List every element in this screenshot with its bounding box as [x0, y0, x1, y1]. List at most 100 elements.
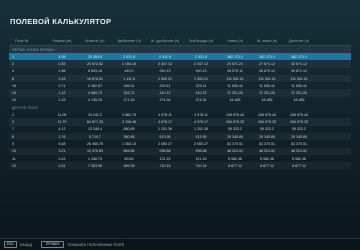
table-row[interactable]: 10 3.21 10 475.83 684.86 936.68 936.68 46 224.…: [9, 147, 351, 155]
table-cell: 111 531.11: [290, 76, 308, 81]
table-row[interactable]: 8 3.15 16 676.51 1 111.5 1 500.21 1 500.21 111…: [9, 74, 351, 83]
field-number: 9: [12, 141, 14, 146]
table-cell: 23 671.23: [227, 61, 243, 66]
table-cell: 89.83: [124, 156, 134, 161]
table-cell: 2 421.9: [123, 54, 135, 59]
table-cell: 2 882.75: [122, 112, 136, 117]
table-cell: 223.41: [159, 83, 171, 88]
table-cell: 0.42: [58, 156, 66, 161]
table-cell: 16 485: [261, 98, 273, 103]
table-cell: 21 331.05: [291, 91, 307, 96]
table-cell: 59 323.2: [260, 127, 274, 132]
calculator-table: Поле № Размер (га) Известь (л) Удобрение (л…: [9, 37, 351, 170]
table-cell: 2 347.12: [158, 61, 172, 66]
field-number: 19: [12, 91, 16, 96]
table-cell: 21 331.05: [227, 91, 243, 96]
table-row[interactable]: 8 1.76 5 710.7 380.85 513.95 513.95 25 345.65 2…: [9, 132, 351, 141]
table-cell: 7 303.55: [88, 163, 102, 168]
table-cell: 5 710.7: [89, 134, 101, 139]
table-cell: 11.79: [57, 120, 67, 125]
table-cell: 374.34: [195, 98, 207, 103]
table-cell: 1.42: [58, 91, 66, 96]
table-row[interactable]: 2 0.83 25 672.62 1 154.16 2 347.12 2 347.12 23…: [9, 60, 351, 68]
table-cell: 271.29: [123, 98, 135, 103]
table-cell: 3.21: [58, 149, 66, 154]
table-row[interactable]: 11 0.42 1 346.73 89.83 121.15 121.15 5 982.36 5…: [9, 155, 351, 162]
table-cell: 162 171.1: [291, 54, 307, 59]
table-cell: 25 345.65: [259, 134, 275, 139]
table-header: Поле № Размер (га) Известь (л) Удобрение (л…: [9, 37, 351, 46]
footer-bar: ESC НАЗАД ПРОБЕЛ ПОКАЗАТЬ ПОЛУЧЕННЫЕ ПОЛ…: [0, 238, 360, 250]
table-cell: 111 531.11: [226, 76, 244, 81]
table-cell: 11 655.44: [227, 83, 243, 88]
table-row[interactable]: 3 11.79 64 877.25 3 106.48 4 978.17 4 978.17 2…: [9, 118, 351, 126]
table-cell: 1 500.21: [194, 76, 208, 81]
table-row[interactable]: 20 1.28 4 135.33 271.29 374.34 374.34 16 485 16…: [9, 97, 351, 104]
table-cell: 4.12: [58, 127, 66, 132]
column-header: Ж. удобрение (л): [150, 39, 180, 43]
table-cell: 5 982.36: [228, 156, 242, 161]
table-cell: 1 500.21: [158, 76, 172, 81]
table-cell: 410.12: [159, 91, 171, 96]
table-cell: 710.15: [159, 163, 171, 168]
field-number: 2: [12, 61, 14, 66]
table-cell: 2 550.27: [158, 141, 172, 146]
table-cell: 121.15: [195, 156, 207, 161]
table-cell: 8 877.12: [260, 163, 274, 168]
table-row[interactable]: 7 4.12 13 348.4 880.89 1 201.36 1 201.36 59 32…: [9, 126, 351, 133]
field-number: 10: [12, 149, 16, 154]
table-row[interactable]: 12 2.61 7 303.55 489.35 710.15 710.15 8 877.12…: [9, 162, 351, 170]
table-cell: 26 465.75: [87, 141, 103, 146]
table-cell: 162 171.1: [227, 54, 243, 59]
column-header: Ж. навоз (л): [256, 39, 278, 43]
toggle-fields-button[interactable]: ПОКАЗАТЬ ПОЛУЧЕННЫЕ ПОЛЯ: [67, 243, 124, 247]
table-cell: 684.86: [123, 149, 135, 154]
table-cell: 32 404.9: [88, 54, 102, 59]
table-row[interactable]: 4 1.86 8 603.16 440.0 940.13 940.13 26 570.11 2…: [9, 68, 351, 75]
table-cell: 245 976.44: [290, 112, 308, 117]
table-cell: 1 201.36: [194, 127, 208, 132]
table-cell: 26 671.12: [291, 69, 307, 74]
table-cell: 380.85: [123, 134, 135, 139]
table-cell: 8 877.12: [228, 163, 242, 168]
table-row[interactable]: 19 1.42 4 565.73 303.72 410.12 410.12 21 331.0…: [9, 89, 351, 97]
table-cell: 1 154.16: [122, 61, 136, 66]
column-header: Размер (га): [52, 39, 72, 43]
table-cell: 940.13: [195, 69, 207, 74]
field-number: 4: [12, 69, 14, 74]
table-cell: 46 224.51: [259, 149, 275, 154]
table-cell: 5 982.36: [260, 156, 274, 161]
table-cell: 26 570.11: [227, 69, 243, 74]
table-cell: 0.83: [58, 61, 66, 66]
table-cell: 21 331.05: [259, 91, 275, 96]
table-cell: 25 345.65: [227, 134, 243, 139]
table-cell: 10 475.83: [87, 149, 103, 154]
esc-key-hint[interactable]: ESC: [4, 241, 17, 248]
table-cell: 264 975.33: [258, 120, 276, 125]
table-cell: 3.15: [58, 76, 66, 81]
table-row[interactable]: 9 5.68 26 465.75 1 365.15 2 550.27 2 550.27 83…: [9, 140, 351, 147]
table-cell: 83 370.51: [291, 141, 307, 146]
table-cell: 223.41: [195, 83, 207, 88]
table-row[interactable]: 1 11.05 33 242.2 2 882.75 4 978.11 4 978.11 24…: [9, 111, 351, 118]
table-cell: 245 976.44: [258, 112, 276, 117]
table-cell: 25 345.65: [291, 134, 307, 139]
space-key-hint[interactable]: ПРОБЕЛ: [40, 241, 65, 248]
table-cell: 59 323.2: [228, 127, 242, 132]
table-row[interactable]: 15 0.71 2 482.87 165.51 223.41 223.41 11 655.4…: [9, 82, 351, 89]
table-cell: 5.68: [58, 141, 66, 146]
table-cell: 4 135.33: [88, 98, 102, 103]
table-cell: 936.68: [195, 149, 207, 154]
table-cell: 59 323.2: [292, 127, 306, 132]
column-header: Удобрение (л): [117, 39, 141, 43]
table-cell: 3 106.48: [122, 120, 136, 125]
field-number: 8: [12, 134, 14, 139]
table-cell: 374.34: [159, 98, 171, 103]
table-cell: 2 411.9: [159, 54, 171, 59]
table-cell: 2.61: [58, 163, 66, 168]
table-cell: 4 978.11: [194, 112, 208, 117]
back-button[interactable]: НАЗАД: [20, 243, 32, 247]
table-cell: 4 978.17: [158, 120, 172, 125]
table-row[interactable]: 1 4.05 32 404.9 2 421.9 2 411.9 2 421.9 162 17…: [9, 53, 351, 61]
table-cell: 2 421.9: [195, 54, 207, 59]
